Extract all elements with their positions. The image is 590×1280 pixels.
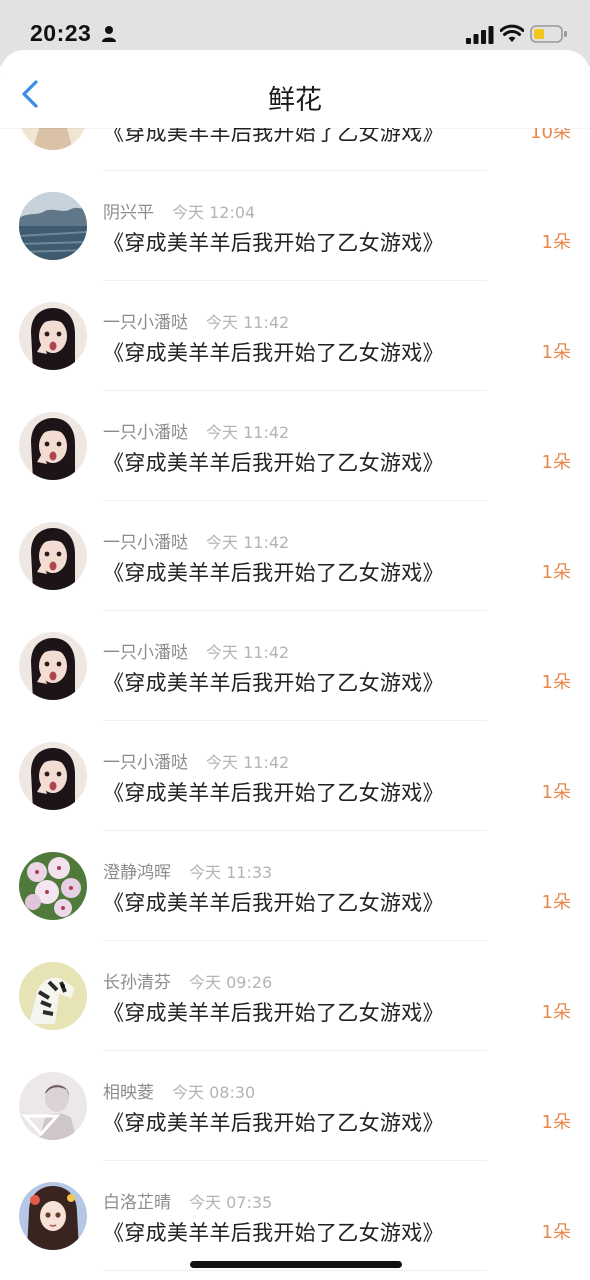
avatar[interactable] bbox=[19, 742, 87, 810]
timestamp: 今天 11:42 bbox=[206, 533, 290, 552]
book-title[interactable]: 《穿成美羊羊后我开始了乙女游戏》 bbox=[103, 997, 444, 1027]
avatar[interactable] bbox=[19, 302, 87, 370]
flower-count: 1朵 bbox=[541, 1112, 571, 1133]
flower-count: 1朵 bbox=[541, 672, 571, 693]
book-title[interactable]: 《穿成美羊羊后我开始了乙女游戏》 bbox=[103, 1217, 444, 1247]
timestamp: 今天 11:42 bbox=[206, 423, 290, 442]
list-item[interactable]: 一只小潘哒 今天 11:42 《穿成美羊羊后我开始了乙女游戏》 1朵 bbox=[0, 391, 590, 501]
book-title[interactable]: 《穿成美羊羊后我开始了乙女游戏》 bbox=[103, 557, 444, 587]
username[interactable]: 白洛芷晴 bbox=[103, 1188, 171, 1213]
flower-count: 1朵 bbox=[541, 1002, 571, 1023]
flower-count: 1朵 bbox=[541, 782, 571, 803]
flower-count: 1朵 bbox=[541, 342, 571, 363]
timestamp: 今天 12:04 bbox=[172, 203, 256, 222]
book-title[interactable]: 《穿成美羊羊后我开始了乙女游戏》 bbox=[103, 777, 444, 807]
timestamp: 今天 11:42 bbox=[206, 643, 290, 662]
navigation-header: 鲜花 bbox=[0, 50, 590, 128]
username[interactable]: 一只小潘哒 bbox=[103, 748, 188, 773]
username[interactable]: 一只小潘哒 bbox=[103, 418, 188, 443]
book-title[interactable]: 《穿成美羊羊后我开始了乙女游戏》 bbox=[103, 337, 444, 367]
list-item[interactable]: 一只小潘哒 今天 11:42 《穿成美羊羊后我开始了乙女游戏》 1朵 bbox=[0, 611, 590, 721]
avatar[interactable] bbox=[19, 1072, 87, 1140]
avatar[interactable] bbox=[19, 522, 87, 590]
signal-icon bbox=[466, 26, 494, 44]
username[interactable]: 长孙清芬 bbox=[103, 968, 171, 993]
flower-count: 1朵 bbox=[541, 562, 571, 583]
username[interactable]: 阴兴平 bbox=[103, 198, 154, 223]
username[interactable]: 相映菱 bbox=[103, 1078, 154, 1103]
screen: 20:23 《穿成美羊羊后我开始了乙女游戏》 10朵 阴兴平 今天 12:04 《穿成美… bbox=[0, 0, 590, 1280]
book-title[interactable]: 《穿成美羊羊后我开始了乙女游戏》 bbox=[103, 447, 444, 477]
book-title[interactable]: 《穿成美羊羊后我开始了乙女游戏》 bbox=[103, 887, 444, 917]
home-indicator[interactable] bbox=[190, 1261, 402, 1268]
timestamp: 今天 11:42 bbox=[206, 313, 290, 332]
flower-count: 1朵 bbox=[541, 452, 571, 473]
avatar[interactable] bbox=[19, 1182, 87, 1250]
flower-count: 1朵 bbox=[541, 1222, 571, 1243]
list-item[interactable]: 一只小潘哒 今天 11:42 《穿成美羊羊后我开始了乙女游戏》 1朵 bbox=[0, 281, 590, 391]
book-title[interactable]: 《穿成美羊羊后我开始了乙女游戏》 bbox=[103, 1107, 444, 1137]
timestamp: 今天 08:30 bbox=[172, 1083, 256, 1102]
page-title: 鲜花 bbox=[268, 85, 322, 116]
book-title[interactable]: 《穿成美羊羊后我开始了乙女游戏》 bbox=[103, 667, 444, 697]
timestamp: 今天 09:26 bbox=[189, 973, 273, 992]
timestamp: 今天 07:35 bbox=[189, 1193, 273, 1212]
list-item[interactable]: 白洛芷晴 今天 07:35 《穿成美羊羊后我开始了乙女游戏》 1朵 bbox=[0, 1161, 590, 1271]
list-item[interactable]: 相映菱 今天 08:30 《穿成美羊羊后我开始了乙女游戏》 1朵 bbox=[0, 1051, 590, 1161]
person-icon bbox=[102, 26, 116, 42]
avatar[interactable] bbox=[19, 632, 87, 700]
list-item[interactable]: 澄静鸿晖 今天 11:33 《穿成美羊羊后我开始了乙女游戏》 1朵 bbox=[0, 831, 590, 941]
flower-count: 1朵 bbox=[541, 892, 571, 913]
flower-count: 1朵 bbox=[541, 232, 571, 253]
username[interactable]: 澄静鸿晖 bbox=[103, 858, 171, 883]
username[interactable]: 一只小潘哒 bbox=[103, 308, 188, 333]
username[interactable]: 一只小潘哒 bbox=[103, 638, 188, 663]
timestamp: 今天 11:42 bbox=[206, 753, 290, 772]
battery-icon bbox=[530, 25, 567, 43]
flower-list: 《穿成美羊羊后我开始了乙女游戏》 10朵 阴兴平 今天 12:04 《穿成美羊羊后我开始… bbox=[0, 61, 590, 1271]
divider bbox=[103, 1270, 487, 1271]
book-title[interactable]: 《穿成美羊羊后我开始了乙女游戏》 bbox=[103, 227, 444, 257]
status-time: 20:23 bbox=[30, 20, 92, 46]
avatar[interactable] bbox=[19, 962, 87, 1030]
list-item[interactable]: 一只小潘哒 今天 11:42 《穿成美羊羊后我开始了乙女游戏》 1朵 bbox=[0, 721, 590, 831]
list-item[interactable]: 阴兴平 今天 12:04 《穿成美羊羊后我开始了乙女游戏》 1朵 bbox=[0, 171, 590, 281]
avatar[interactable] bbox=[19, 192, 87, 260]
wifi-icon bbox=[500, 24, 524, 42]
timestamp: 今天 11:33 bbox=[189, 863, 273, 882]
avatar[interactable] bbox=[19, 852, 87, 920]
list-item[interactable]: 长孙清芬 今天 09:26 《穿成美羊羊后我开始了乙女游戏》 1朵 bbox=[0, 941, 590, 1051]
username[interactable]: 一只小潘哒 bbox=[103, 528, 188, 553]
list-item[interactable]: 一只小潘哒 今天 11:42 《穿成美羊羊后我开始了乙女游戏》 1朵 bbox=[0, 501, 590, 611]
avatar[interactable] bbox=[19, 412, 87, 480]
